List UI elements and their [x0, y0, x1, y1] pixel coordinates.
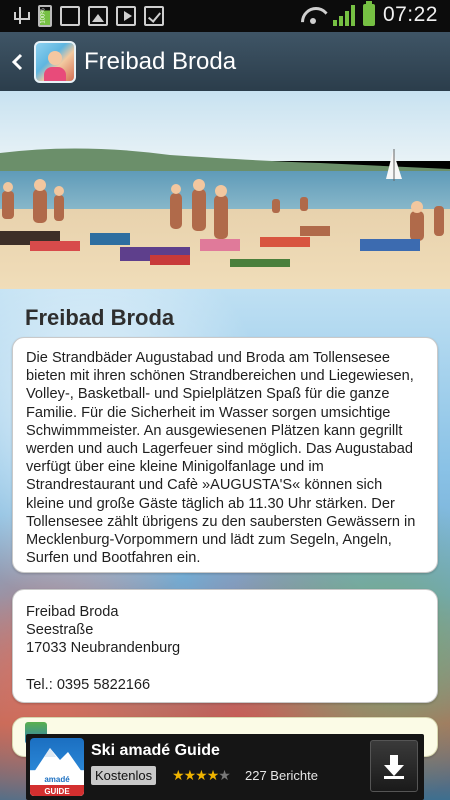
star-icon: ★: [218, 767, 231, 783]
back-button[interactable]: [0, 32, 34, 91]
wifi-icon: [301, 5, 325, 25]
page-title: Freibad Broda: [84, 47, 237, 75]
ad-title: Ski amadé Guide: [91, 742, 220, 759]
address-name: Freibad Broda: [26, 604, 119, 620]
usb-icon: [10, 6, 30, 26]
battery-icon: 100%: [38, 5, 52, 27]
hero-image: [0, 91, 450, 289]
price-badge: Kostenlos: [91, 766, 157, 785]
review-count: 227 Berichte: [245, 768, 318, 783]
download-arrow-icon: [384, 755, 404, 779]
clock: 07:22: [382, 3, 438, 26]
star-icon: ★: [172, 767, 185, 783]
star-icon: ★: [183, 767, 197, 783]
address-card: Freibad Broda Seestraße 17033 Neubranden…: [12, 589, 438, 703]
rating-stars: ★★★★★: [172, 766, 231, 785]
star-icon: ★: [195, 767, 208, 783]
system-icons: 07:22: [301, 1, 438, 27]
ad-banner[interactable]: amadé GUIDE Ski amadé Guide Kostenlos ★★…: [26, 734, 424, 800]
address-street: Seestraße: [26, 622, 94, 639]
battery-level-text: 100%: [40, 8, 47, 24]
ad-app-icon[interactable]: amadé GUIDE: [30, 738, 84, 796]
mountain-icon: amadé GUIDE: [30, 748, 84, 796]
beach-photo: [0, 91, 450, 289]
status-bar: 100% 07:22: [0, 0, 450, 32]
app-icon[interactable]: [34, 40, 76, 83]
sim-card-icon: [60, 6, 80, 26]
description-card: Die Strandbäder Augustabad und Broda am …: [12, 337, 438, 573]
download-button[interactable]: [370, 740, 418, 792]
back-arrow-icon: [11, 53, 23, 70]
play-store-icon: [116, 6, 136, 26]
ad-icon-subtext: GUIDE: [44, 787, 70, 796]
ad-icon-text: amadé: [44, 775, 70, 784]
section-title: Freibad Broda: [25, 305, 175, 330]
address-city: 17033 Neubrandenburg: [26, 640, 181, 657]
star-icon: ★: [206, 767, 220, 783]
description-text: Die Strandbäder Augustabad und Broda am …: [26, 350, 416, 567]
notification-icons: 100%: [10, 5, 164, 27]
check-icon: [144, 6, 164, 26]
signal-icon: [332, 4, 355, 26]
image-icon: [88, 6, 108, 26]
battery-icon: [362, 1, 375, 26]
phone-number[interactable]: Tel.: 0395 5822166: [26, 676, 424, 694]
action-bar: Freibad Broda: [0, 32, 450, 91]
